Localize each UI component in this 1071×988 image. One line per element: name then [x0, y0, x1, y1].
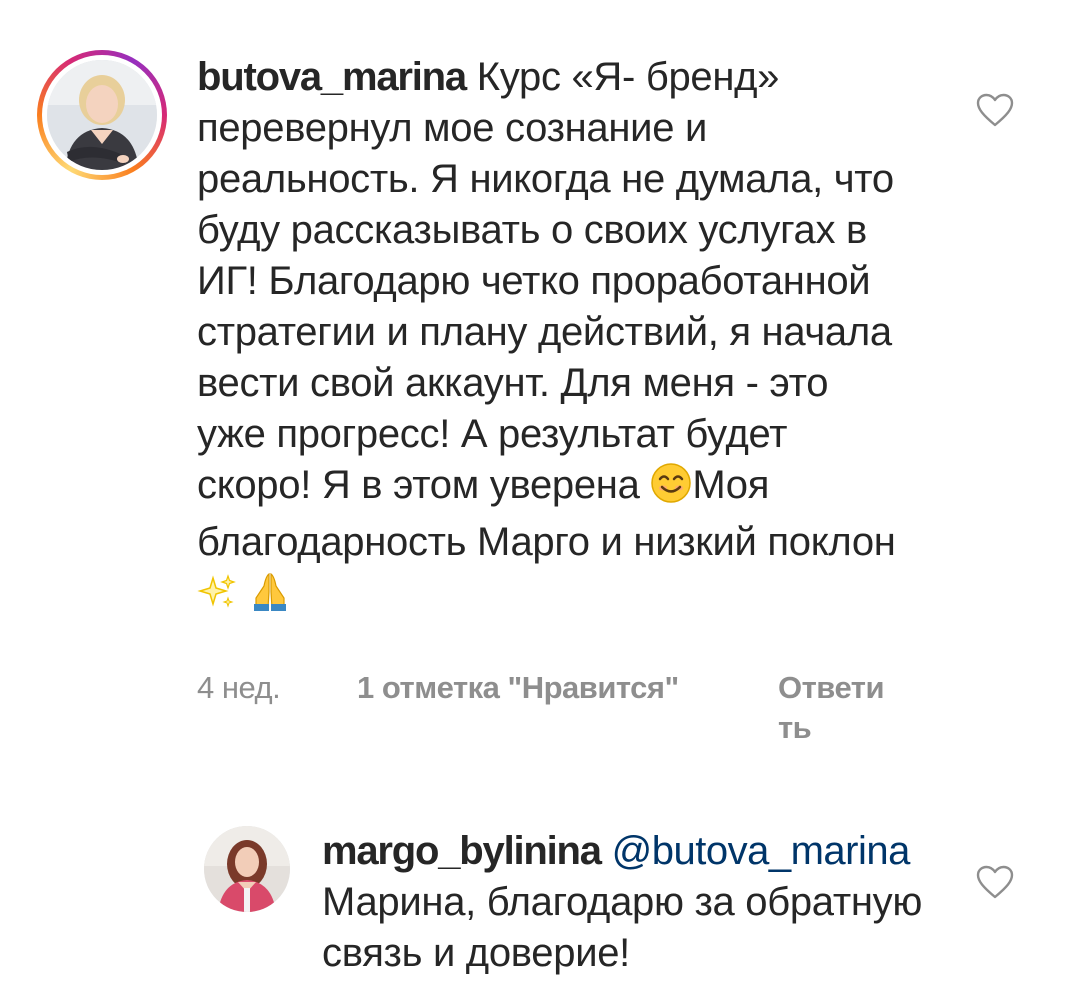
mention-link[interactable]: @butova_marina — [612, 829, 911, 873]
sparkles-icon — [197, 572, 237, 625]
comment-text: margo_bylinina @butova_marina Марина, бл… — [322, 826, 962, 979]
likes-count-link[interactable]: 1 отметка "Нравится" — [357, 668, 679, 708]
comment-username[interactable]: butova_marina — [197, 55, 467, 99]
folded-hands-icon — [248, 568, 292, 625]
comment-timestamp: 4 нед. — [197, 670, 281, 705]
heart-outline-icon[interactable] — [975, 864, 1015, 900]
heart-outline-icon[interactable] — [975, 92, 1015, 128]
comment-body: Марина, благодарю за обратную связь и до… — [322, 880, 923, 975]
comment: butova_marina Курс «Я- бренд» перевернул… — [0, 0, 1071, 760]
smiling-face-icon — [650, 462, 692, 517]
comment-username[interactable]: margo_bylinina — [322, 829, 602, 873]
comment-text: butova_marina Курс «Я- бренд» перевернул… — [197, 52, 897, 625]
reply-button[interactable]: Ответить — [778, 668, 886, 748]
comment-body: Курс «Я- бренд» перевернул мое сознание … — [197, 55, 894, 507]
avatar[interactable] — [47, 60, 157, 170]
avatar[interactable] — [204, 826, 290, 912]
